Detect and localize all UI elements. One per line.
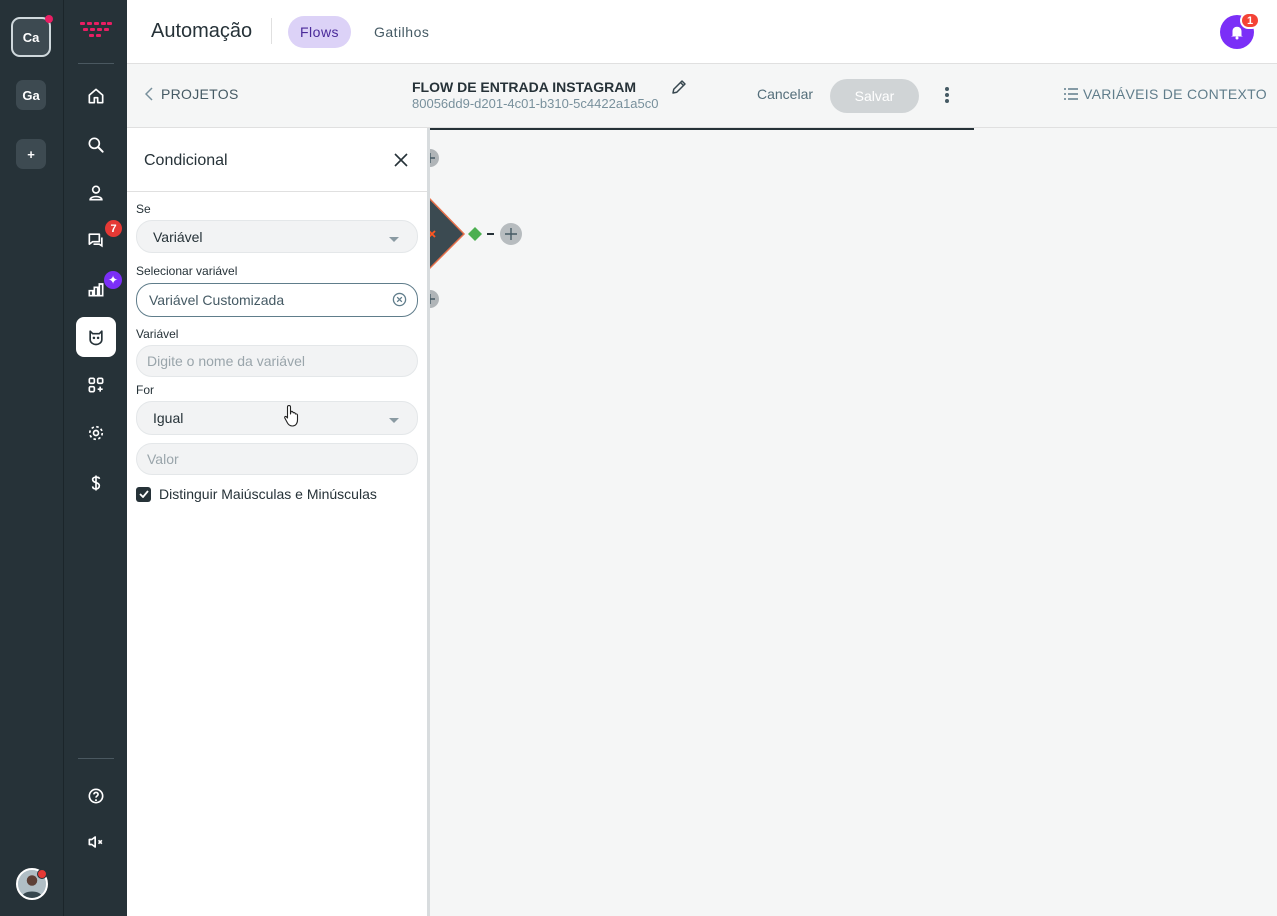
nav-contacts[interactable] (76, 173, 116, 213)
flow-id: 80056dd9-d201-4c01-b310-5c4422a1a5c0 (412, 96, 659, 111)
conversations-icon (88, 233, 103, 248)
reports-icon (88, 283, 104, 297)
cancel-button[interactable]: Cancelar (757, 86, 813, 102)
clear-icon[interactable] (392, 292, 407, 307)
more-vertical-icon[interactable] (939, 84, 955, 106)
flow-name: FLOW DE ENTRADA INSTAGRAM (412, 79, 636, 95)
operator-select-value: Igual (153, 410, 184, 426)
nav-apps[interactable] (76, 365, 116, 405)
output-connector (468, 227, 482, 241)
case-sensitive-label: Distinguir Maiúsculas e Minúsculas (159, 486, 377, 502)
page-title: Automação (151, 20, 253, 42)
status-dot (37, 869, 47, 879)
workspace-label: Ga (22, 87, 40, 103)
conditional-panel: Condicional Se Variável Selecionar variá… (127, 128, 427, 916)
brand-logo (80, 22, 112, 37)
context-variables-label: VARIÁVEIS DE CONTEXTO (1083, 86, 1267, 102)
apps-icon (88, 377, 104, 393)
header-divider (271, 18, 272, 44)
tab-gatilhos[interactable]: Gatilhos (362, 16, 441, 48)
nav-rail: 7 ✦ (63, 0, 127, 916)
flow-toolbar: PROJETOS FLOW DE ENTRADA INSTAGRAM 80056… (127, 64, 1277, 128)
home-icon (88, 88, 104, 104)
nav-help[interactable] (76, 776, 116, 816)
for-label: For (136, 383, 154, 397)
close-icon[interactable] (393, 152, 409, 168)
top-header: Automação Flows Gatilhos 1 (127, 0, 1277, 64)
workspace-rail: Ca Ga + (0, 0, 63, 916)
nav-search[interactable] (76, 125, 116, 165)
gear-icon (88, 425, 104, 441)
nav-conversations[interactable]: 7 (76, 220, 122, 260)
variable-name-input[interactable]: Digite o nome da variável (136, 345, 418, 377)
value-input[interactable]: Valor (136, 443, 418, 475)
case-sensitive-checkbox[interactable] (136, 486, 151, 502)
if-select[interactable]: Variável (136, 220, 418, 253)
workspace-button-ga[interactable]: Ga (16, 80, 46, 110)
select-variable-field[interactable]: Variável Customizada (136, 283, 418, 317)
context-variables-button[interactable]: VARIÁVEIS DE CONTEXTO (1064, 86, 1267, 102)
variable-name-placeholder: Digite o nome da variável (147, 353, 305, 369)
contacts-icon (89, 185, 103, 201)
help-icon (88, 788, 104, 804)
workspace-label: Ca (22, 29, 40, 45)
chevron-left-icon (145, 87, 153, 101)
notification-count-badge: 1 (1240, 12, 1261, 29)
tab-flows[interactable]: Flows (288, 16, 352, 48)
if-label: Se (136, 202, 151, 216)
panel-header: Condicional (127, 128, 427, 192)
case-sensitive-option[interactable]: Distinguir Maiúsculas e Minúsculas (136, 486, 377, 502)
dollar-icon (91, 475, 101, 491)
ai-sparkle-icon: ✦ (104, 271, 122, 289)
select-variable-label: Selecionar variável (136, 264, 238, 278)
hand-cursor-icon (284, 404, 299, 427)
chevron-down-icon (389, 418, 399, 423)
pencil-icon[interactable] (670, 78, 688, 96)
bot-icon (89, 330, 103, 346)
panel-title: Condicional (144, 152, 228, 169)
nav-divider (78, 63, 114, 64)
plus-icon: + (27, 146, 35, 162)
flow-canvas[interactable] (427, 128, 1277, 916)
workspace-button-ca[interactable]: Ca (11, 15, 53, 57)
sound-off-icon (88, 836, 103, 848)
select-variable-value: Variável Customizada (149, 292, 285, 308)
chevron-down-icon (389, 237, 399, 242)
nav-sound[interactable] (76, 822, 116, 862)
nav-billing[interactable] (76, 463, 116, 503)
search-icon (88, 137, 104, 153)
nav-bot[interactable] (76, 317, 116, 357)
check-icon (138, 490, 149, 498)
if-select-value: Variável (153, 228, 203, 245)
conditional-node[interactable] (427, 128, 547, 328)
conversations-badge: 7 (105, 220, 122, 237)
nav-divider (78, 758, 114, 759)
workspace-notification-dot (45, 15, 53, 23)
nav-settings[interactable] (76, 413, 116, 453)
nav-reports[interactable]: ✦ (76, 269, 122, 309)
add-workspace-button[interactable]: + (16, 139, 46, 169)
back-label: PROJETOS (161, 86, 239, 102)
nav-home[interactable] (76, 76, 116, 116)
value-placeholder: Valor (147, 451, 179, 467)
save-button[interactable]: Salvar (830, 79, 919, 113)
operator-select[interactable]: Igual (136, 401, 418, 435)
back-to-projects-link[interactable]: PROJETOS (145, 86, 239, 102)
list-icon (1064, 88, 1078, 100)
variable-label: Variável (136, 327, 179, 341)
